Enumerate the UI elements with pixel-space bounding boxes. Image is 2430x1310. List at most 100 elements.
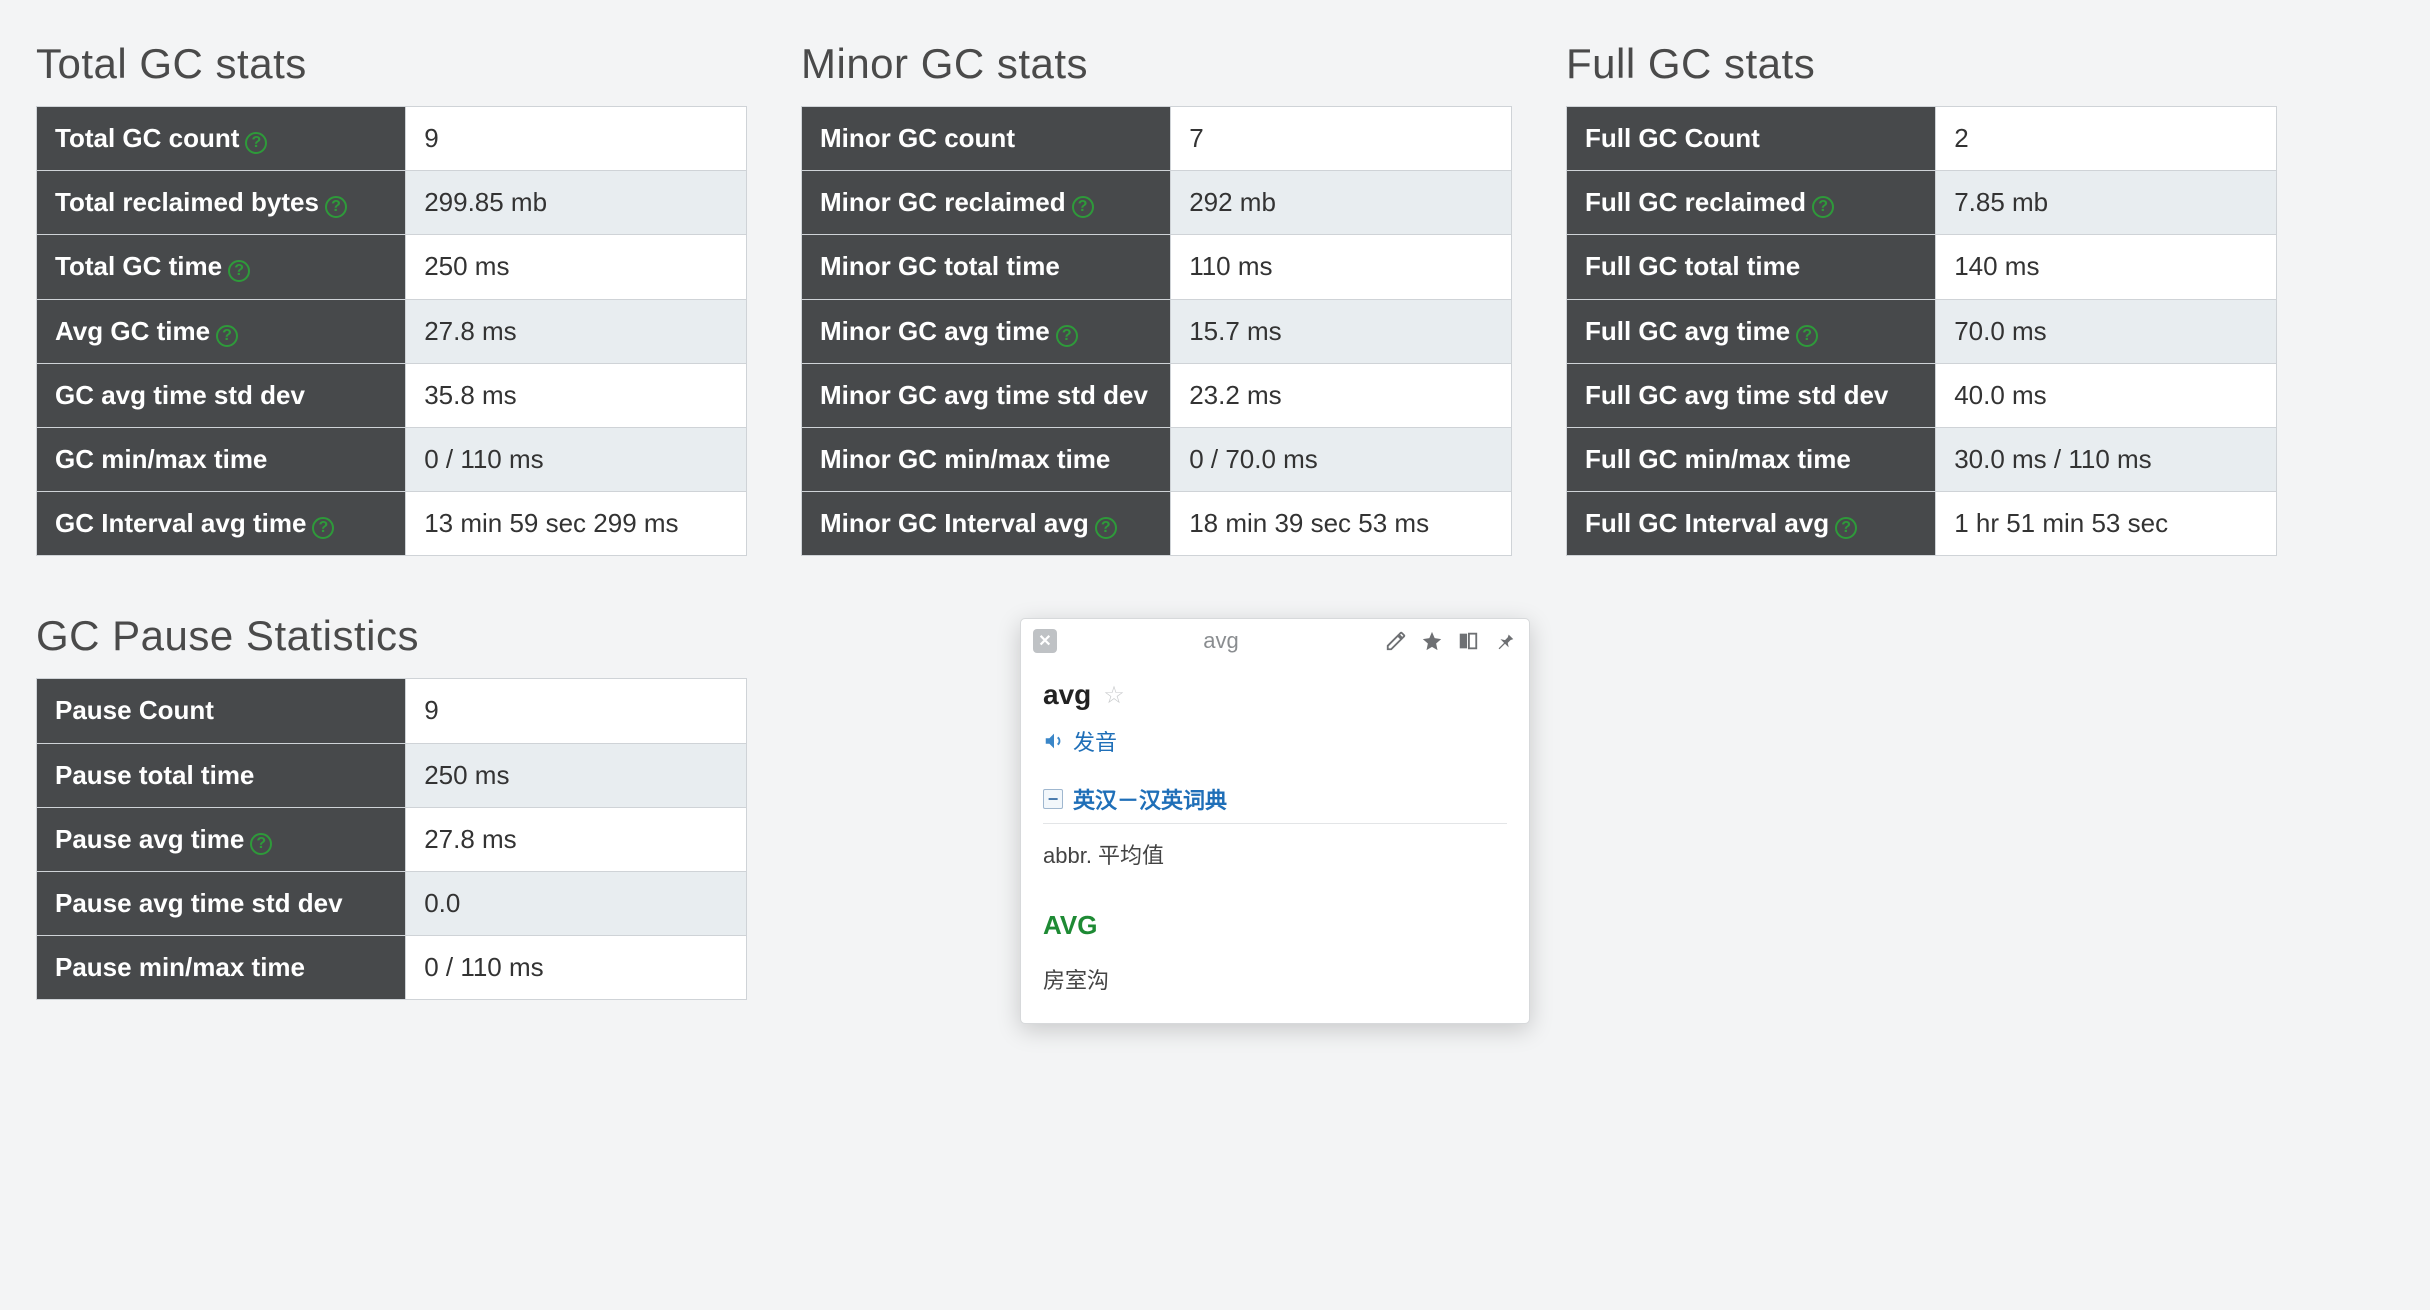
total-gc-stats-section: Total GC stats Total GC count?9Total rec… (36, 40, 747, 556)
dict-word: avg (1043, 679, 1091, 711)
help-icon[interactable]: ? (1072, 196, 1094, 218)
stat-label: Full GC total time (1567, 235, 1936, 299)
dict-definition-1: abbr. 平均值 (1043, 838, 1507, 870)
help-icon[interactable]: ? (312, 517, 334, 539)
help-icon[interactable]: ? (1812, 196, 1834, 218)
stat-value: 9 (406, 107, 747, 171)
dict-word-upper: AVG (1043, 910, 1507, 941)
stat-label: Total GC count? (37, 107, 406, 171)
table-row: Total GC count?9 (37, 107, 747, 171)
table-row: Pause total time250 ms (37, 743, 747, 807)
stat-label: Minor GC total time (802, 235, 1171, 299)
stat-label: Minor GC min/max time (802, 427, 1171, 491)
table-row: Total reclaimed bytes?299.85 mb (37, 171, 747, 235)
stat-value: 7 (1171, 107, 1512, 171)
table-row: Minor GC avg time?15.7 ms (802, 299, 1512, 363)
star-icon[interactable] (1421, 630, 1443, 652)
stat-label: Full GC avg time std dev (1567, 363, 1936, 427)
help-icon[interactable]: ? (250, 833, 272, 855)
table-row: Minor GC Interval avg?18 min 39 sec 53 m… (802, 492, 1512, 556)
full-gc-table: Full GC Count2Full GC reclaimed?7.85 mbF… (1566, 106, 2277, 556)
stat-value: 140 ms (1936, 235, 2277, 299)
table-row: Minor GC reclaimed?292 mb (802, 171, 1512, 235)
stat-value: 0 / 110 ms (406, 427, 747, 491)
table-row: Minor GC total time110 ms (802, 235, 1512, 299)
help-icon[interactable]: ? (245, 132, 267, 154)
stat-value: 0 / 110 ms (406, 936, 747, 1000)
section-title-pause: GC Pause Statistics (36, 612, 747, 660)
stat-label: GC min/max time (37, 427, 406, 491)
columns-icon[interactable] (1457, 630, 1479, 652)
dict-definition-2: 房室沟 (1043, 963, 1507, 995)
stat-value: 250 ms (406, 235, 747, 299)
help-icon[interactable]: ? (1796, 325, 1818, 347)
stat-label: Minor GC avg time std dev (802, 363, 1171, 427)
stat-label: Total GC time? (37, 235, 406, 299)
stat-value: 1 hr 51 min 53 sec (1936, 492, 2277, 556)
gc-pause-stats-section: GC Pause Statistics Pause Count9Pause to… (36, 612, 747, 1000)
table-row: Total GC time?250 ms (37, 235, 747, 299)
table-row: Full GC avg time std dev40.0 ms (1567, 363, 2277, 427)
table-row: GC Interval avg time?13 min 59 sec 299 m… (37, 492, 747, 556)
minor-gc-table: Minor GC count7Minor GC reclaimed?292 mb… (801, 106, 1512, 556)
table-row: GC avg time std dev35.8 ms (37, 363, 747, 427)
stat-label: Minor GC count (802, 107, 1171, 171)
dict-toolbar: ✕ (1021, 619, 1529, 663)
pin-icon[interactable] (1493, 630, 1517, 652)
table-row: Minor GC count7 (802, 107, 1512, 171)
help-icon[interactable]: ? (228, 260, 250, 282)
stat-label: Pause Count (37, 679, 406, 743)
dictionary-popup: ✕ avg ☆ (1020, 618, 1530, 1024)
stat-label: Pause min/max time (37, 936, 406, 1000)
stat-value: 299.85 mb (406, 171, 747, 235)
stat-value: 110 ms (1171, 235, 1512, 299)
stat-value: 0 / 70.0 ms (1171, 427, 1512, 491)
stat-value: 0.0 (406, 871, 747, 935)
table-row: Full GC Count2 (1567, 107, 2277, 171)
help-icon[interactable]: ? (1056, 325, 1078, 347)
stat-label: Minor GC avg time? (802, 299, 1171, 363)
table-row: Pause Count9 (37, 679, 747, 743)
pause-gc-table: Pause Count9Pause total time250 msPause … (36, 678, 747, 1000)
section-title-total: Total GC stats (36, 40, 747, 88)
help-icon[interactable]: ? (1095, 517, 1117, 539)
total-gc-table: Total GC count?9Total reclaimed bytes?29… (36, 106, 747, 556)
table-row: Full GC total time140 ms (1567, 235, 2277, 299)
help-icon[interactable]: ? (325, 196, 347, 218)
table-row: Avg GC time?27.8 ms (37, 299, 747, 363)
dict-search-input[interactable] (1073, 627, 1369, 655)
stat-value: 2 (1936, 107, 2277, 171)
table-row: Pause avg time?27.8 ms (37, 807, 747, 871)
table-row: GC min/max time0 / 110 ms (37, 427, 747, 491)
stat-value: 7.85 mb (1936, 171, 2277, 235)
dict-section-toggle[interactable]: − 英汉－汉英词典 (1043, 775, 1507, 824)
close-icon[interactable]: ✕ (1033, 629, 1057, 653)
stat-label: Full GC avg time? (1567, 299, 1936, 363)
table-row: Pause min/max time0 / 110 ms (37, 936, 747, 1000)
stat-value: 27.8 ms (406, 807, 747, 871)
edit-icon[interactable] (1385, 630, 1407, 652)
stat-label: Pause avg time? (37, 807, 406, 871)
stat-value: 30.0 ms / 110 ms (1936, 427, 2277, 491)
stat-label: Minor GC Interval avg? (802, 492, 1171, 556)
stat-value: 9 (406, 679, 747, 743)
stat-label: Pause total time (37, 743, 406, 807)
pronounce-label: 发音 (1073, 725, 1117, 757)
stat-value: 250 ms (406, 743, 747, 807)
help-icon[interactable]: ? (1835, 517, 1857, 539)
table-row: Full GC avg time?70.0 ms (1567, 299, 2277, 363)
dict-section-label: 英汉－汉英词典 (1073, 783, 1227, 815)
favorite-star-icon[interactable]: ☆ (1103, 681, 1125, 710)
table-row: Full GC reclaimed?7.85 mb (1567, 171, 2277, 235)
stat-value: 23.2 ms (1171, 363, 1512, 427)
table-row: Full GC Interval avg?1 hr 51 min 53 sec (1567, 492, 2277, 556)
speaker-icon (1043, 730, 1065, 752)
stat-value: 292 mb (1171, 171, 1512, 235)
collapse-icon: − (1043, 789, 1063, 809)
stat-value: 18 min 39 sec 53 ms (1171, 492, 1512, 556)
stat-label: Minor GC reclaimed? (802, 171, 1171, 235)
help-icon[interactable]: ? (216, 325, 238, 347)
section-title-full: Full GC stats (1566, 40, 2277, 88)
stat-value: 27.8 ms (406, 299, 747, 363)
pronounce-button[interactable]: 发音 (1043, 725, 1507, 757)
